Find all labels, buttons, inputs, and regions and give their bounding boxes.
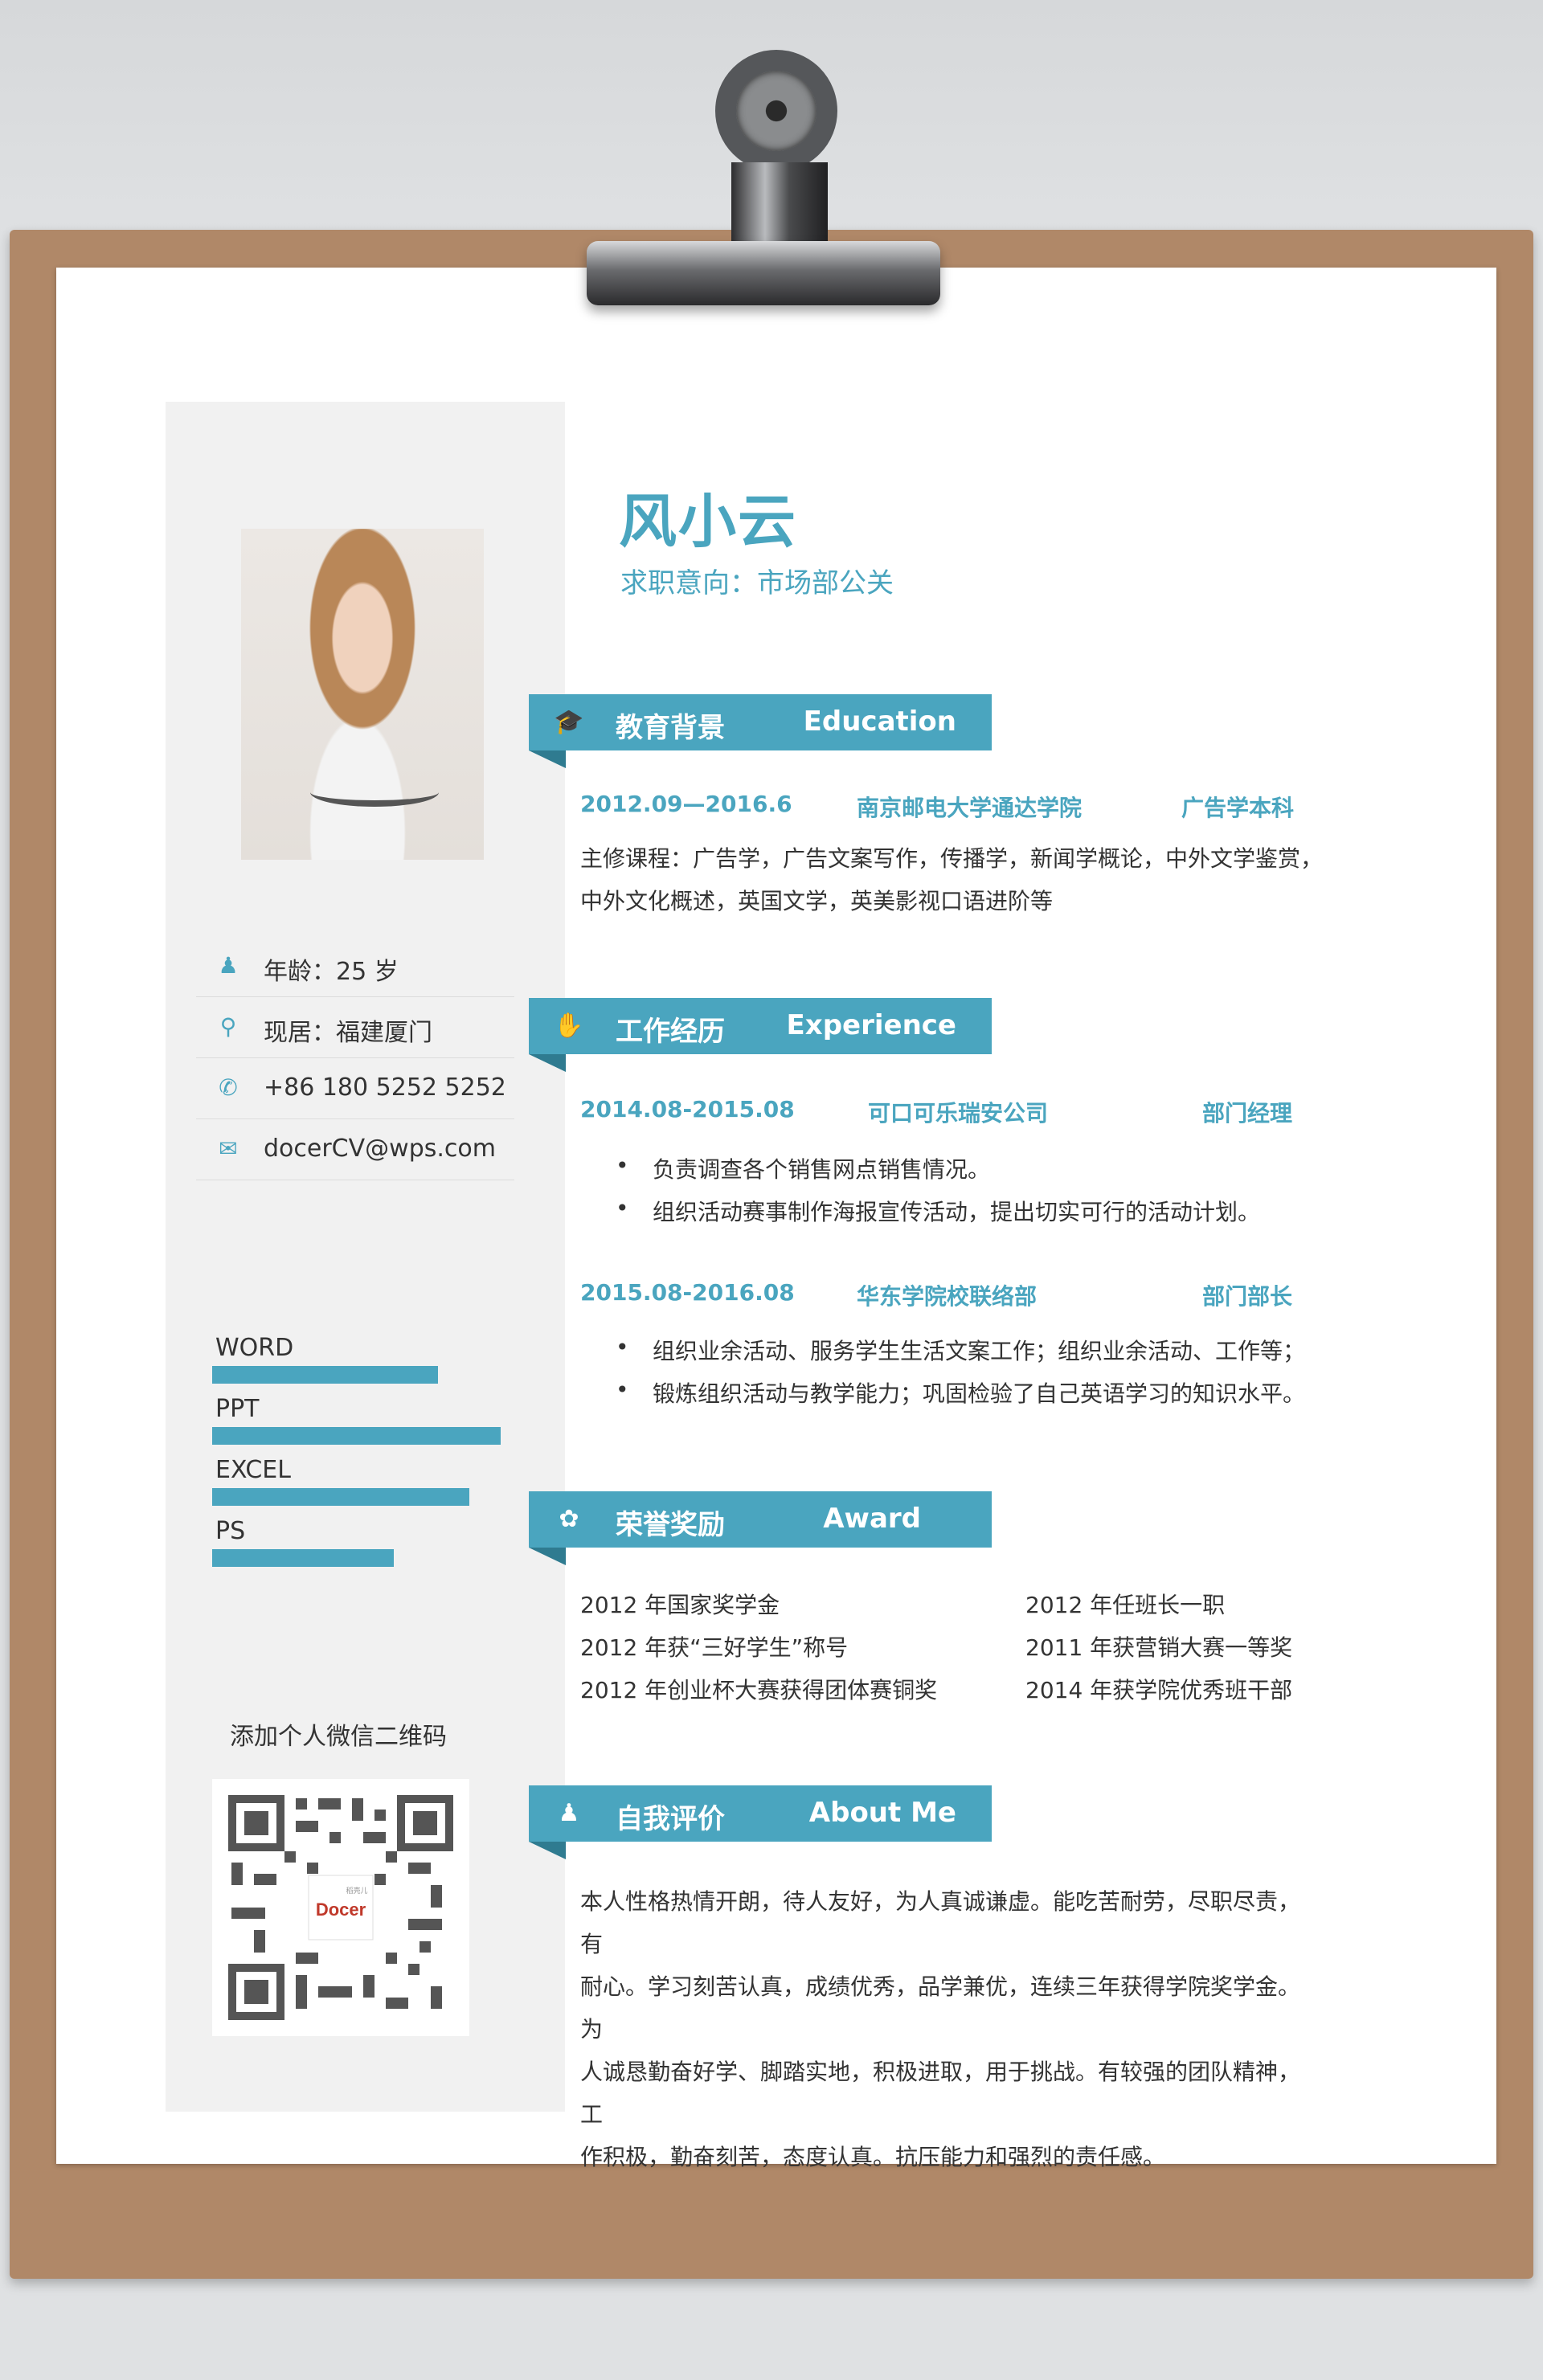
ribbon-fold (529, 1548, 566, 1565)
leaf-icon: ✿ (559, 1505, 579, 1533)
binder-clip (579, 50, 948, 355)
about-text: 本人性格热情开朗，待人友好，为人真诚谦虚。能吃苦耐劳，尽职尽责，有 耐心。学习刻… (580, 1880, 1312, 2178)
clip-base (587, 241, 940, 305)
clip-neck (731, 162, 828, 251)
job-period: 2014.08-2015.08 (580, 1096, 795, 1123)
bullet-dot: • (616, 1334, 629, 1360)
award-title-cn: 荣誉奖励 (616, 1509, 725, 1541)
location-pin-icon: ⚲ (219, 1013, 237, 1040)
about-line: 本人性格热情开朗，待人友好，为人真诚谦虚。能吃苦耐劳，尽职尽责，有 (580, 1888, 1301, 1957)
job-bullet-text: 组织活动赛事制作海报宣传活动，提出切实可行的活动计划。 (653, 1199, 1261, 1225)
ribbon-fold (529, 1842, 566, 1859)
skill-bar-ppt (212, 1427, 501, 1445)
skill-bar-excel (212, 1488, 469, 1506)
education-school: 南京邮电大学通达学院 (857, 795, 1083, 821)
clip-ring (715, 50, 837, 172)
info-location: ⚲ 现居：福建厦门 (196, 996, 514, 1058)
award-item: 2014 年获学院优秀班干部 (1025, 1677, 1293, 1703)
qr-code: Docer 稻壳儿 (212, 1779, 469, 2036)
education-degree: 广告学本科 (1181, 795, 1295, 821)
info-age: ♟ 年龄：25 岁 (196, 935, 514, 997)
experience-title-cn: 工作经历 (616, 1016, 725, 1048)
info-phone: ✆ +86 180 5252 5252 (196, 1057, 514, 1119)
about-line: 耐心。学习刻苦认真，成绩优秀，品学兼优，连续三年获得学院奖学金。为 (580, 1973, 1301, 2043)
award-item: 2011 年获营销大赛一等奖 (1025, 1634, 1293, 1661)
experience-title-en: Experience (786, 1009, 956, 1041)
job-role: 部门经理 (1202, 1100, 1293, 1127)
skill-name-ps: PS (215, 1517, 246, 1545)
education-title-cn: 教育背景 (616, 712, 725, 744)
job-bullet-text: 锻炼组织活动与教学能力；巩固检验了自己英语学习的知识水平。 (653, 1380, 1306, 1407)
skill-name-word: WORD (215, 1334, 294, 1362)
email-icon: ✉ (219, 1135, 238, 1162)
qr-logo-text: Docer (316, 1900, 366, 1920)
about-title-en: About Me (808, 1797, 956, 1829)
job-company: 可口可乐瑞安公司 (868, 1100, 1049, 1127)
skill-name-ppt: PPT (215, 1395, 260, 1423)
info-email: ✉ docerCV@wps.com (196, 1118, 514, 1180)
person-icon: ♟ (218, 952, 239, 979)
qr-label: 添加个人微信二维码 (230, 1723, 447, 1751)
award-title-en: Award (823, 1503, 921, 1535)
education-line: 主修课程：广告学，广告文案写作，传播学，新闻学概论，中外文学鉴赏， (580, 845, 1324, 872)
bullet-dot: • (616, 1152, 629, 1179)
candidate-name: 风小云 (619, 488, 798, 555)
ribbon-fold (529, 750, 566, 768)
award-item: 2012 年国家奖学金 (580, 1592, 780, 1618)
education-period: 2012.09—2016.6 (580, 791, 792, 817)
ribbon-fold (529, 1054, 566, 1072)
job-period: 2015.08-2016.08 (580, 1279, 795, 1306)
photo-necklace (310, 778, 439, 807)
job-role: 部门部长 (1202, 1283, 1293, 1310)
skill-bar-ps (212, 1549, 394, 1567)
info-email-text: docerCV@wps.com (264, 1135, 496, 1163)
about-line: 作积极，勤奋刻苦，态度认真。抗压能力和强烈的责任感。 (580, 2144, 1166, 2170)
person-icon: ♟ (558, 1799, 580, 1827)
job-bullet-text: 负责调查各个销售网点销售情况。 (653, 1156, 991, 1183)
section-header-about: ♟ 自我评价 About Me (529, 1785, 992, 1859)
bullet-dot: • (616, 1376, 629, 1403)
qr-logo-small: 稻壳儿 (346, 1886, 367, 1895)
education-title-en: Education (803, 705, 956, 738)
info-phone-text: +86 180 5252 5252 (264, 1073, 506, 1102)
section-header-award: ✿ 荣誉奖励 Award (529, 1491, 992, 1565)
info-age-text: 年龄：25 岁 (264, 958, 399, 986)
job-bullet-text: 组织业余活动、服务学生生活文案工作；组织业余活动、工作等； (653, 1338, 1306, 1364)
about-title-cn: 自我评价 (616, 1803, 725, 1835)
award-item: 2012 年任班长一职 (1025, 1592, 1226, 1618)
qr-code-graphic: Docer 稻壳儿 (228, 1795, 453, 2020)
award-item: 2012 年获“三好学生”称号 (580, 1634, 849, 1661)
profile-photo (241, 529, 484, 860)
award-item: 2012 年创业杯大赛获得团体赛铜奖 (580, 1677, 938, 1703)
info-location-text: 现居：福建厦门 (264, 1019, 432, 1047)
bullet-dot: • (616, 1195, 629, 1221)
skill-name-excel: EXCEL (215, 1456, 291, 1484)
skill-bar-word (212, 1366, 438, 1384)
hand-icon: ✋ (554, 1012, 584, 1040)
about-line: 人诚恳勤奋好学、脚踏实地，积极进取，用于挑战。有较强的团队精神，工 (580, 2059, 1301, 2128)
education-line: 中外文化概述，英国文学，英美影视口语进阶等 (580, 888, 1054, 914)
section-header-education: 🎓 教育背景 Education (529, 694, 992, 768)
phone-icon: ✆ (219, 1074, 238, 1101)
job-company: 华东学院校联络部 (857, 1283, 1038, 1310)
section-header-experience: ✋ 工作经历 Experience (529, 998, 992, 1072)
graduation-cap-icon: 🎓 (554, 708, 584, 736)
job-intent: 求职意向：市场部公关 (620, 567, 894, 599)
